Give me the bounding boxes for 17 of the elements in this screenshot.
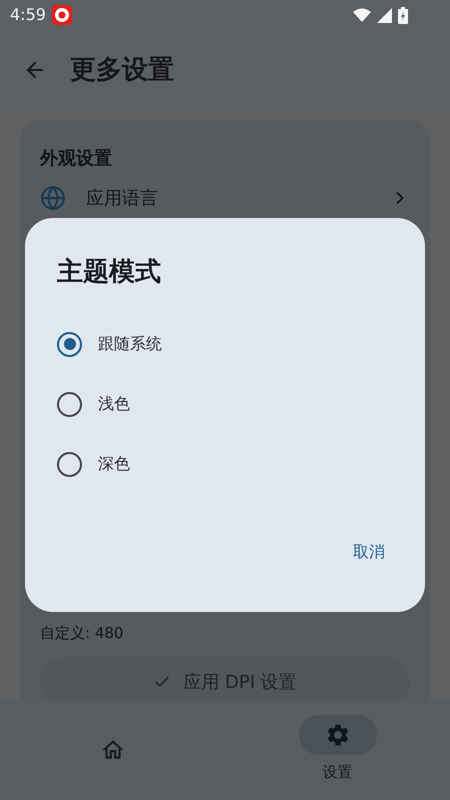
dialog-title: 主题模式 [57,256,162,289]
battery-icon [398,6,408,24]
cancel-button[interactable]: 取消 [345,534,393,570]
status-time: 4:59 [10,4,46,26]
radio-button[interactable] [57,392,82,416]
theme-option[interactable]: 浅色 [57,374,393,434]
notification-icon [52,5,72,25]
radio-button[interactable] [57,332,82,356]
theme-option[interactable]: 跟随系统 [57,314,393,374]
wifi-icon [353,8,371,22]
dpi-value: 自定义: 480 [40,623,124,644]
globe-icon [40,185,66,211]
radio-button[interactable] [57,452,82,476]
page-title: 更多设置 [70,54,174,86]
signal-icon [377,8,392,22]
theme-option[interactable]: 深色 [57,434,393,494]
section-title: 外观设置 [40,147,113,171]
